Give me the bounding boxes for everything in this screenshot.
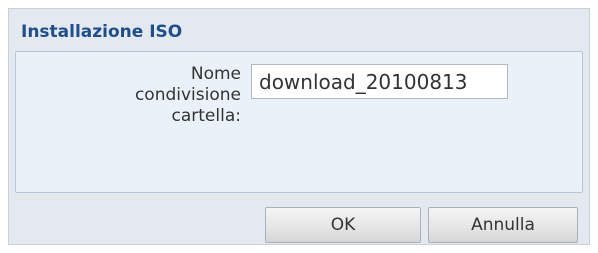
share-name-label: Nome condivisione cartella: bbox=[81, 64, 241, 127]
share-name-label-line: condivisione bbox=[134, 85, 241, 105]
iso-install-dialog: Installazione ISO Nome condivisione cart… bbox=[8, 8, 590, 245]
dialog-title: Installazione ISO bbox=[21, 22, 183, 42]
share-name-label-line: Nome bbox=[190, 64, 241, 84]
share-name-input[interactable] bbox=[251, 64, 508, 99]
ok-button[interactable]: OK bbox=[265, 207, 421, 243]
cancel-button[interactable]: Annulla bbox=[428, 207, 578, 243]
form-panel: Nome condivisione cartella: bbox=[15, 51, 583, 193]
share-name-label-line: cartella: bbox=[171, 106, 241, 126]
